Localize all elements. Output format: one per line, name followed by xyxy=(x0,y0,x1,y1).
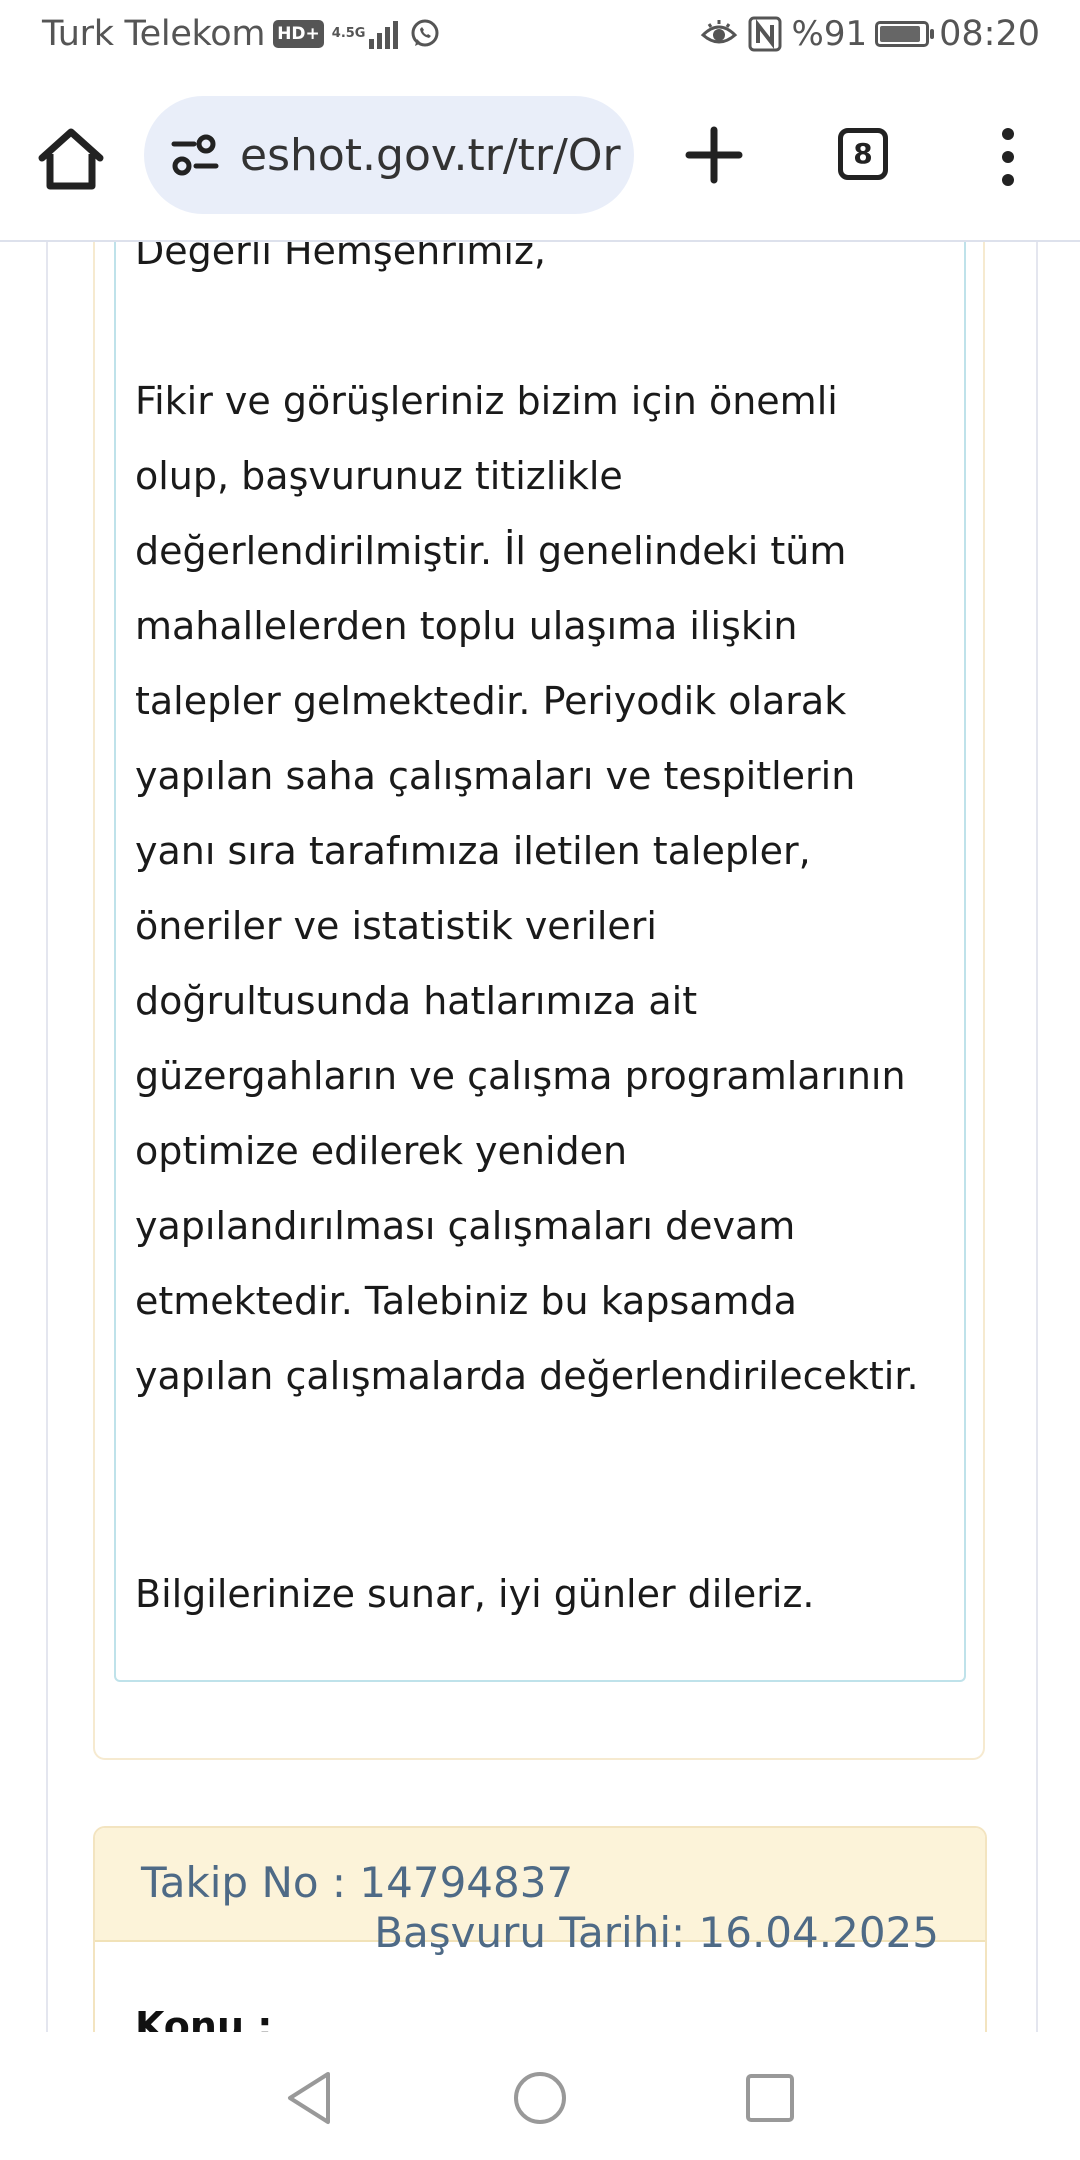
site-settings-icon[interactable] xyxy=(170,132,220,178)
battery-percent: %91 xyxy=(791,14,868,54)
home-circle-icon[interactable] xyxy=(510,2068,570,2128)
recents-icon[interactable] xyxy=(740,2068,800,2128)
status-bar: Turk Telekom HD+ 4.5G %91 08:20 xyxy=(0,0,1080,76)
system-nav-bar xyxy=(0,2032,1080,2160)
answer-closing: Bilgilerinize sunar, iyi günler dileriz. xyxy=(135,1572,815,1616)
home-icon[interactable] xyxy=(36,126,106,192)
carrier-name: Turk Telekom xyxy=(42,14,266,54)
back-icon[interactable] xyxy=(280,2068,340,2128)
eye-comfort-icon xyxy=(700,20,737,44)
tracking-number: Takip No : 14794837 xyxy=(141,1858,574,1907)
new-tab-icon[interactable] xyxy=(683,124,745,186)
network-type-label: 4.5G xyxy=(331,26,366,41)
nfc-icon xyxy=(748,16,782,52)
more-menu-icon[interactable] xyxy=(990,124,1026,190)
application-date: Başvuru Tarihi: 16.04.2025 xyxy=(374,1908,939,1957)
whatsapp-icon xyxy=(411,19,439,47)
signal-strength-icon xyxy=(369,19,401,49)
application-card-header: Takip No : 14794837 Başvuru Tarihi: 16.0… xyxy=(95,1828,985,1957)
answer-body: Fikir ve görüşleriniz bizim için önemli … xyxy=(135,379,919,1398)
hd-voice-badge: HD+ xyxy=(273,20,324,48)
address-bar[interactable]: eshot.gov.tr/tr/Or xyxy=(144,96,634,214)
clock: 08:20 xyxy=(939,14,1040,54)
battery-icon xyxy=(875,21,935,47)
browser-toolbar: eshot.gov.tr/tr/Or 8 xyxy=(0,76,1080,242)
tab-switcher-button[interactable]: 8 xyxy=(838,128,888,180)
web-page: Değerli Hemşehrimiz, Fikir ve görüşlerin… xyxy=(0,0,1080,2160)
url-text[interactable]: eshot.gov.tr/tr/Or xyxy=(240,130,621,181)
